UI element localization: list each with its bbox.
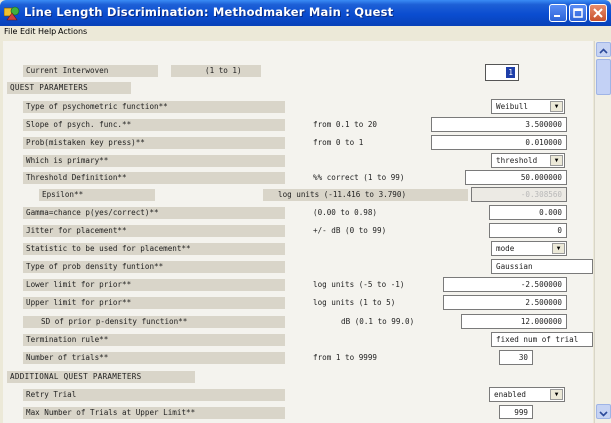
scroll-down-button[interactable]: [596, 404, 611, 419]
lower-prior-input[interactable]: -2.500000: [443, 277, 567, 292]
chevron-down-icon: ▼: [550, 101, 563, 112]
lower-prior-range: log units (-5 to -1): [313, 280, 405, 289]
chevron-down-icon: ▼: [550, 155, 563, 166]
scroll-thumb[interactable]: [596, 59, 611, 95]
maximize-button[interactable]: [569, 4, 587, 22]
epsilon-input[interactable]: -0.308560: [471, 187, 567, 202]
num-trials-label: Number of trials**: [23, 352, 285, 364]
minimize-button[interactable]: [549, 4, 567, 22]
menu-actions[interactable]: Actions: [58, 27, 87, 36]
retry-trial-value: enabled: [494, 390, 527, 399]
window-title: Line Length Discrimination: Methodmaker …: [24, 5, 394, 19]
slope-input[interactable]: 3.500000: [431, 117, 567, 132]
shapes-icon: [4, 6, 20, 21]
menu-edit[interactable]: Edit: [20, 27, 36, 36]
retry-trial-select[interactable]: enabled ▼: [489, 387, 565, 402]
termination-label: Termination rule**: [23, 334, 285, 346]
close-icon: [593, 8, 603, 18]
lower-prior-label: Lower limit for prior**: [23, 279, 285, 291]
upper-prior-label: Upper limit for prior**: [23, 297, 285, 309]
menu-file[interactable]: File: [4, 27, 17, 36]
jitter-label: Jitter for placement**: [23, 225, 285, 237]
threshold-definition-range: %% correct (1 to 99): [313, 173, 405, 182]
additional-quest-parameters-heading: ADDITIONAL QUEST PARAMETERS: [7, 371, 195, 383]
num-trials-range: from 1 to 9999: [313, 353, 378, 362]
application-window: Line Length Discrimination: Methodmaker …: [0, 0, 611, 423]
prob-mistaken-input[interactable]: 0.010000: [431, 135, 567, 150]
gamma-range: (0.00 to 0.98): [313, 208, 378, 217]
menu-bar: File Edit Help Actions: [0, 26, 611, 40]
sd-prior-label: SD of prior p-density function**: [23, 316, 285, 328]
scroll-up-button[interactable]: [596, 42, 611, 57]
psych-function-value: Weibull: [496, 102, 529, 111]
sd-prior-range: dB (0.1 to 99.0): [341, 317, 415, 326]
minimize-icon: [554, 15, 560, 17]
chevron-down-icon: ▼: [552, 243, 565, 254]
maximize-icon: [573, 8, 583, 18]
prob-density-label: Type of prob density funtion**: [23, 261, 285, 273]
primary-select[interactable]: threshold ▼: [491, 153, 565, 168]
primary-label: Which is primary**: [23, 155, 285, 167]
gamma-input[interactable]: 0.000: [489, 205, 567, 220]
jitter-input[interactable]: 0: [489, 223, 567, 238]
epsilon-range: log units (-11.416 to 3.790): [263, 189, 468, 201]
statistic-value: mode: [496, 244, 515, 253]
max-trials-input[interactable]: 999: [499, 405, 533, 419]
current-interwoven-value: 1: [506, 67, 515, 78]
vertical-scrollbar[interactable]: [594, 41, 611, 423]
slope-label: Slope of psych. func.**: [23, 119, 285, 131]
chevron-up-icon: [599, 48, 608, 54]
upper-prior-range: log units (1 to 5): [313, 298, 396, 307]
statistic-select[interactable]: mode ▼: [491, 241, 567, 256]
title-bar[interactable]: Line Length Discrimination: Methodmaker …: [0, 0, 611, 26]
current-interwoven-range: (1 to 1): [171, 65, 261, 77]
chevron-down-icon: [599, 411, 608, 417]
slope-range: from 0.1 to 20: [313, 120, 378, 129]
num-trials-input[interactable]: 30: [499, 350, 533, 365]
gamma-label: Gamma=chance p(yes/correct)**: [23, 207, 285, 219]
parameters-panel: Current Interwoven (1 to 1) 1 QUEST PARA…: [3, 41, 593, 423]
close-button[interactable]: [589, 4, 607, 22]
termination-field[interactable]: fixed num of trial: [491, 332, 593, 347]
threshold-definition-input[interactable]: 50.000000: [465, 170, 567, 185]
jitter-range: +/- dB (0 to 99): [313, 226, 387, 235]
psych-function-select[interactable]: Weibull ▼: [491, 99, 565, 114]
menu-help[interactable]: Help: [38, 27, 56, 36]
prob-density-field[interactable]: Gaussian: [491, 259, 593, 274]
quest-parameters-heading: QUEST PARAMETERS: [7, 82, 131, 94]
upper-prior-input[interactable]: 2.500000: [443, 295, 567, 310]
psych-function-label: Type of psychometric function**: [23, 101, 285, 113]
max-trials-label: Max Number of Trials at Upper Limit**: [23, 407, 285, 419]
sd-prior-input[interactable]: 12.000000: [461, 314, 567, 329]
current-interwoven-field[interactable]: 1: [485, 64, 519, 81]
epsilon-label: Epsilon**: [39, 189, 155, 201]
statistic-label: Statistic to be used for placement**: [23, 243, 285, 255]
current-interwoven-label: Current Interwoven: [23, 65, 158, 77]
prob-mistaken-range: from 0 to 1: [313, 138, 364, 147]
prob-mistaken-label: Prob(mistaken key press)**: [23, 137, 285, 149]
retry-trial-label: Retry Trial: [23, 389, 285, 401]
threshold-definition-label: Threshold Definition**: [23, 172, 285, 184]
primary-value: threshold: [496, 156, 538, 165]
chevron-down-icon: ▼: [550, 389, 563, 400]
